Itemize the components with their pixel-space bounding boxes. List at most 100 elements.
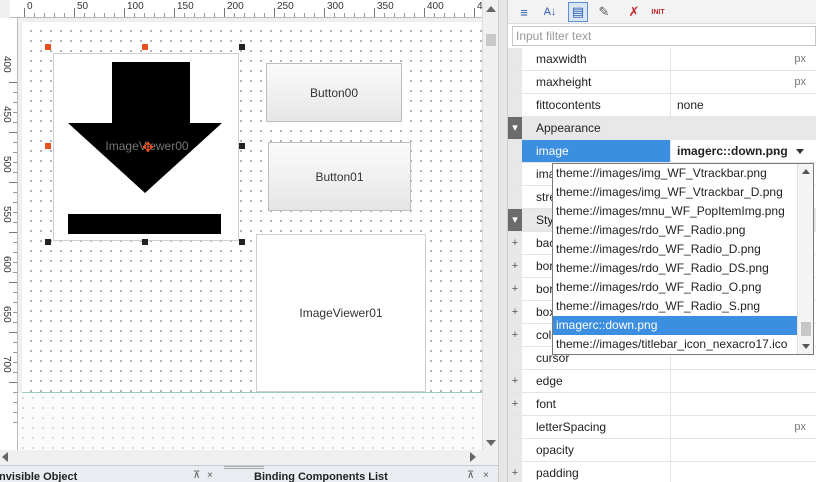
ruler-label: 400 (1, 56, 12, 73)
property-row[interactable]: letterSpacing px (508, 416, 816, 439)
scroll-left-icon[interactable] (2, 452, 8, 462)
expand-icon[interactable]: + (508, 301, 522, 323)
collapse-icon[interactable]: ▾ (508, 209, 522, 231)
property-category-row[interactable]: ▾ Appearance (508, 117, 816, 140)
property-filter-input[interactable] (512, 26, 816, 46)
button00-component[interactable]: Button00 (266, 63, 402, 122)
dropdown-option[interactable]: theme://images/rdo_WF_Radio_O.png (553, 278, 797, 297)
dropdown-option[interactable]: theme://images/rdo_WF_Radio_S.png (553, 297, 797, 316)
collapse-icon[interactable]: ▾ (508, 117, 522, 139)
ruler-tick (9, 332, 17, 333)
image-dropdown-list[interactable]: theme://images/img_WF_Vtrackbar.png theme… (552, 163, 814, 355)
resize-handle-top-left[interactable] (45, 44, 51, 50)
pin-icon[interactable]: ⊼ (467, 470, 474, 481)
property-row[interactable]: + font (508, 393, 816, 416)
row-gutter (508, 186, 522, 208)
sort-icon[interactable]: ≡ (514, 2, 534, 22)
edit-icon[interactable]: ✎ (594, 2, 614, 22)
scroll-up-icon[interactable] (486, 6, 496, 12)
scroll-thumb[interactable] (801, 322, 811, 336)
property-row[interactable]: opacity (508, 439, 816, 462)
close-icon[interactable]: × (207, 470, 213, 481)
ruler-tick (13, 362, 17, 363)
expand-icon[interactable]: + (508, 393, 522, 415)
row-gutter (508, 439, 522, 461)
property-value[interactable] (670, 370, 816, 392)
dropdown-option[interactable]: theme://images/rdo_WF_Radio.png (553, 221, 797, 240)
binding-components-panel-title[interactable]: Binding Components List (254, 471, 388, 482)
expand-icon[interactable]: + (508, 324, 522, 346)
dropdown-option[interactable]: theme://images/img_WF_Vtrackbar.png (553, 164, 797, 183)
dropdown-option[interactable]: theme://images/titlebar_icon_nexacro17.i… (553, 335, 797, 354)
property-name: letterSpacing (536, 420, 607, 434)
dropdown-option[interactable]: theme://images/img_WF_Vtrackbar_D.png (553, 183, 797, 202)
close-icon[interactable]: × (483, 470, 489, 481)
property-row[interactable]: maxwidth px (508, 48, 816, 71)
property-row[interactable]: + padding (508, 462, 816, 482)
alphabetical-sort-icon[interactable]: A↓ (540, 2, 560, 22)
browse-button[interactable]: ... (770, 140, 780, 160)
ruler-tick (13, 202, 17, 203)
ruler-tick (214, 13, 215, 17)
design-vertical-scrollbar[interactable] (482, 0, 498, 458)
scroll-right-icon[interactable] (470, 452, 476, 462)
scroll-down-icon[interactable] (802, 344, 810, 349)
dropdown-arrow-icon[interactable] (796, 149, 804, 154)
resize-handle-top[interactable] (142, 44, 148, 50)
reset-property-icon[interactable]: ✗ (624, 2, 644, 22)
pin-icon[interactable]: ⊼ (193, 470, 200, 481)
panel-splitter-grip[interactable] (224, 466, 264, 469)
invisible-object-panel-title[interactable]: Invisible Object (0, 471, 77, 482)
expand-icon[interactable]: + (508, 255, 522, 277)
expand-icon[interactable]: + (508, 462, 522, 482)
property-name: padding (536, 466, 579, 480)
resize-handle-left[interactable] (45, 143, 51, 149)
scroll-up-icon[interactable] (802, 169, 810, 174)
imageviewer00-component[interactable]: ImageViewer00 ✥ (53, 53, 239, 241)
expand-icon[interactable]: + (508, 232, 522, 254)
property-value[interactable] (670, 439, 816, 461)
form-design-pane[interactable]: 0 50 100 150 200 250 300 350 400 450 400 450 500 550… (0, 0, 498, 482)
property-value[interactable]: imagerc::down.png (670, 140, 816, 162)
design-horizontal-scrollbar[interactable] (0, 450, 498, 458)
category-view-icon[interactable]: ▤ (568, 2, 588, 22)
property-value[interactable]: none (670, 94, 816, 116)
resize-handle-right[interactable] (239, 143, 245, 149)
resize-handle-bottom-right[interactable] (239, 239, 245, 245)
dropdown-scrollbar[interactable] (797, 164, 813, 354)
ruler-tick (9, 232, 17, 233)
property-value[interactable] (670, 393, 816, 415)
ruler-label: 350 (377, 1, 394, 12)
ruler-tick (134, 13, 135, 17)
scroll-down-icon[interactable] (486, 440, 496, 446)
property-row[interactable]: fittocontents none (508, 94, 816, 117)
ruler-tick (13, 212, 17, 213)
property-value[interactable] (670, 462, 816, 482)
ruler-tick (434, 13, 435, 17)
pane-splitter[interactable] (498, 0, 508, 482)
canvas-outside-area (18, 393, 482, 458)
ruler-tick (44, 13, 45, 17)
dropdown-option[interactable]: theme://images/rdo_WF_Radio_D.png (553, 240, 797, 259)
button01-component[interactable]: Button01 (268, 142, 411, 211)
scroll-thumb[interactable] (486, 34, 496, 46)
property-row[interactable]: image imagerc::down.png... (508, 140, 816, 163)
ruler-tick (13, 112, 17, 113)
expand-icon[interactable]: + (508, 370, 522, 392)
dropdown-option[interactable]: theme://images/mnu_WF_PopItemImg.png (553, 202, 797, 221)
form-canvas[interactable]: ImageViewer00 ✥ Button00 Button01 ImageV… (22, 22, 482, 392)
ruler-label: 0 (27, 1, 33, 12)
init-property-icon[interactable]: INIT (648, 2, 668, 22)
dropdown-option[interactable]: theme://images/rdo_WF_Radio_DS.png (553, 259, 797, 278)
expand-icon[interactable]: + (508, 278, 522, 300)
imageviewer01-component[interactable]: ImageViewer01 (256, 234, 426, 392)
move-anchor-icon[interactable]: ✥ (142, 140, 154, 154)
resize-handle-bottom[interactable] (142, 239, 148, 245)
dropdown-option[interactable]: imagerc::down.png (553, 316, 797, 335)
property-row[interactable]: maxheight px (508, 71, 816, 94)
ruler-tick (144, 13, 145, 17)
resize-handle-top-right[interactable] (239, 44, 245, 50)
ruler-tick (264, 13, 265, 17)
property-row[interactable]: + edge (508, 370, 816, 393)
resize-handle-bottom-left[interactable] (45, 239, 51, 245)
